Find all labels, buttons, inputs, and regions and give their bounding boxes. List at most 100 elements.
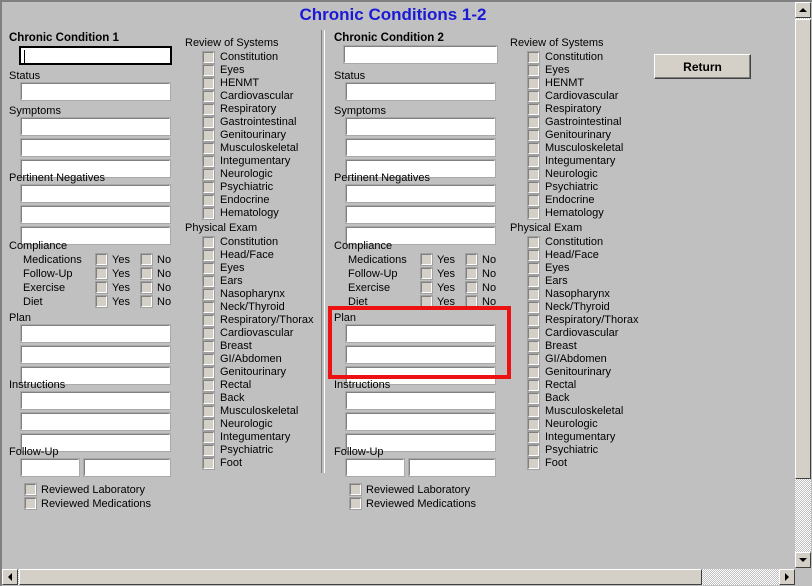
pe-checkbox-1-6[interactable] [203, 302, 214, 313]
reviewed-medications-checkbox-1[interactable] [25, 498, 36, 509]
compliance-no-checkbox-2-4[interactable] [466, 296, 477, 307]
ros-checkbox-2-5[interactable] [528, 104, 539, 115]
ros-checkbox-2-3[interactable] [528, 78, 539, 89]
plan-input-2-2[interactable] [345, 345, 496, 364]
ros-checkbox-1-7[interactable] [203, 130, 214, 141]
compliance-yes-checkbox-1-2[interactable] [96, 268, 107, 279]
ros-checkbox-1-3[interactable] [203, 78, 214, 89]
plan-input-1-1[interactable] [20, 324, 171, 343]
status-input-1[interactable] [20, 82, 171, 101]
horizontal-scroll-thumb[interactable] [19, 569, 702, 585]
plan-input-2-1[interactable] [345, 324, 496, 343]
pe-checkbox-2-3[interactable] [528, 263, 539, 274]
ros-checkbox-1-1[interactable] [203, 52, 214, 63]
pe-checkbox-2-9[interactable] [528, 341, 539, 352]
follow-up-note-input-1[interactable] [83, 458, 171, 477]
pe-checkbox-1-13[interactable] [203, 393, 214, 404]
pe-checkbox-1-15[interactable] [203, 419, 214, 430]
pe-checkbox-1-7[interactable] [203, 315, 214, 326]
pe-checkbox-1-1[interactable] [203, 237, 214, 248]
compliance-no-checkbox-1-4[interactable] [141, 296, 152, 307]
ros-checkbox-2-13[interactable] [528, 208, 539, 219]
pe-checkbox-2-11[interactable] [528, 367, 539, 378]
pertinent-negatives-input-1-1[interactable] [20, 184, 171, 203]
horizontal-scrollbar[interactable] [2, 569, 795, 585]
compliance-yes-checkbox-2-1[interactable] [421, 254, 432, 265]
ros-checkbox-1-4[interactable] [203, 91, 214, 102]
pe-checkbox-2-5[interactable] [528, 289, 539, 300]
ros-checkbox-1-8[interactable] [203, 143, 214, 154]
compliance-yes-checkbox-1-4[interactable] [96, 296, 107, 307]
instructions-input-2-1[interactable] [345, 391, 496, 410]
pe-checkbox-2-12[interactable] [528, 380, 539, 391]
pe-checkbox-2-4[interactable] [528, 276, 539, 287]
compliance-no-checkbox-2-1[interactable] [466, 254, 477, 265]
pe-checkbox-1-12[interactable] [203, 380, 214, 391]
compliance-yes-checkbox-1-3[interactable] [96, 282, 107, 293]
vertical-scroll-thumb[interactable] [795, 19, 811, 479]
pe-checkbox-1-11[interactable] [203, 367, 214, 378]
ros-checkbox-2-4[interactable] [528, 91, 539, 102]
return-button[interactable]: Return [654, 54, 751, 79]
pe-checkbox-1-14[interactable] [203, 406, 214, 417]
vertical-scrollbar[interactable] [795, 2, 811, 568]
pe-checkbox-1-18[interactable] [203, 458, 214, 469]
ros-checkbox-1-2[interactable] [203, 65, 214, 76]
ros-checkbox-2-6[interactable] [528, 117, 539, 128]
reviewed-laboratory-checkbox-1[interactable] [25, 484, 36, 495]
follow-up-date-input-1[interactable] [20, 458, 80, 477]
pe-checkbox-1-5[interactable] [203, 289, 214, 300]
pe-checkbox-1-9[interactable] [203, 341, 214, 352]
compliance-yes-checkbox-1-1[interactable] [96, 254, 107, 265]
ros-checkbox-2-9[interactable] [528, 156, 539, 167]
ros-checkbox-1-10[interactable] [203, 169, 214, 180]
pe-checkbox-2-17[interactable] [528, 445, 539, 456]
pe-checkbox-2-13[interactable] [528, 393, 539, 404]
reviewed-laboratory-checkbox-2[interactable] [350, 484, 361, 495]
scroll-down-arrow[interactable] [795, 552, 811, 568]
pe-checkbox-1-10[interactable] [203, 354, 214, 365]
condition-name-input-1[interactable] [19, 46, 172, 65]
pertinent-negatives-input-2-2[interactable] [345, 205, 496, 224]
symptoms-input-1-2[interactable] [20, 138, 171, 157]
symptoms-input-1-1[interactable] [20, 117, 171, 136]
ros-checkbox-2-12[interactable] [528, 195, 539, 206]
condition-name-input-2[interactable] [343, 45, 498, 64]
pe-checkbox-2-1[interactable] [528, 237, 539, 248]
pe-checkbox-2-6[interactable] [528, 302, 539, 313]
compliance-no-checkbox-1-2[interactable] [141, 268, 152, 279]
compliance-no-checkbox-2-3[interactable] [466, 282, 477, 293]
compliance-no-checkbox-1-3[interactable] [141, 282, 152, 293]
instructions-input-1-1[interactable] [20, 391, 171, 410]
ros-checkbox-2-10[interactable] [528, 169, 539, 180]
instructions-input-1-2[interactable] [20, 412, 171, 431]
pe-checkbox-2-16[interactable] [528, 432, 539, 443]
pe-checkbox-2-7[interactable] [528, 315, 539, 326]
pe-checkbox-2-2[interactable] [528, 250, 539, 261]
pe-checkbox-1-8[interactable] [203, 328, 214, 339]
symptoms-input-2-1[interactable] [345, 117, 496, 136]
follow-up-date-input-2[interactable] [345, 458, 405, 477]
scroll-left-arrow[interactable] [2, 569, 18, 585]
follow-up-note-input-2[interactable] [408, 458, 496, 477]
pe-checkbox-2-10[interactable] [528, 354, 539, 365]
plan-input-1-2[interactable] [20, 345, 171, 364]
symptoms-input-2-2[interactable] [345, 138, 496, 157]
ros-checkbox-2-8[interactable] [528, 143, 539, 154]
reviewed-medications-checkbox-2[interactable] [350, 498, 361, 509]
scroll-up-arrow[interactable] [795, 2, 811, 18]
ros-checkbox-1-11[interactable] [203, 182, 214, 193]
pe-checkbox-2-15[interactable] [528, 419, 539, 430]
ros-checkbox-2-7[interactable] [528, 130, 539, 141]
ros-checkbox-2-1[interactable] [528, 52, 539, 63]
ros-checkbox-1-5[interactable] [203, 104, 214, 115]
pe-checkbox-2-18[interactable] [528, 458, 539, 469]
pe-checkbox-2-14[interactable] [528, 406, 539, 417]
pertinent-negatives-input-1-2[interactable] [20, 205, 171, 224]
ros-checkbox-1-9[interactable] [203, 156, 214, 167]
pertinent-negatives-input-2-1[interactable] [345, 184, 496, 203]
compliance-yes-checkbox-2-2[interactable] [421, 268, 432, 279]
pe-checkbox-2-8[interactable] [528, 328, 539, 339]
compliance-yes-checkbox-2-3[interactable] [421, 282, 432, 293]
compliance-yes-checkbox-2-4[interactable] [421, 296, 432, 307]
